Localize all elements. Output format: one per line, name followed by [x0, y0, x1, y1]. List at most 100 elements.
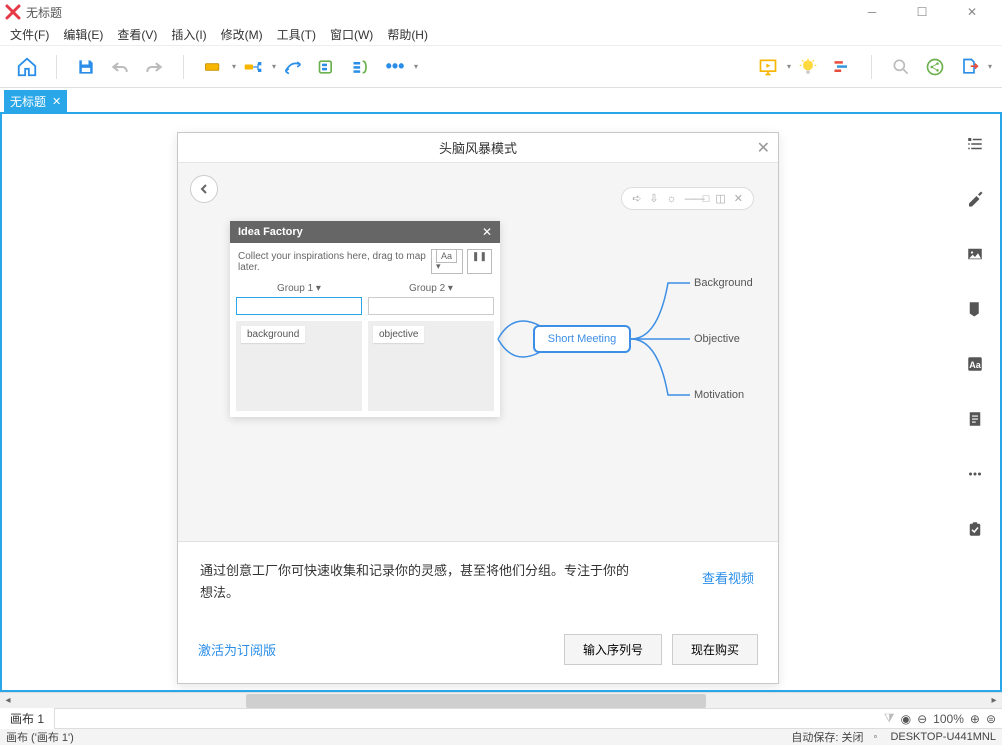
menu-edit[interactable]: 编辑(E) — [56, 24, 110, 45]
task-icon[interactable] — [965, 519, 985, 539]
group1-body[interactable]: background — [236, 321, 362, 411]
close-button[interactable]: ✕ — [957, 5, 987, 19]
notes-icon[interactable] — [965, 409, 985, 429]
dialog-header: 头脑风暴模式 ✕ — [178, 133, 778, 163]
mindmap-node: Objective — [694, 333, 740, 345]
zoom-in-button[interactable]: ⊕ — [970, 712, 980, 726]
menu-view[interactable]: 查看(V) — [110, 24, 164, 45]
mini-line-icon[interactable]: ——□ — [685, 193, 708, 205]
more-icon[interactable]: ••• — [382, 54, 408, 80]
subtopic-drop[interactable]: ▾ — [272, 62, 276, 71]
app-icon — [5, 4, 21, 20]
summary-icon[interactable] — [348, 54, 374, 80]
idea-factory-panel: Idea Factory ✕ Collect your inspirations… — [230, 221, 500, 417]
group1-label[interactable]: Group 1 ▾ — [236, 280, 362, 297]
dialog-close-icon[interactable]: ✕ — [757, 138, 770, 158]
menu-help[interactable]: 帮助(H) — [380, 24, 435, 45]
group2-label[interactable]: Group 2 ▾ — [368, 280, 494, 297]
menu-insert[interactable]: 插入(I) — [164, 24, 213, 45]
mini-box-icon[interactable]: ◫ — [715, 192, 725, 205]
doc-tab[interactable]: 无标题 ✕ — [4, 90, 67, 112]
mini-arrow-down-icon[interactable]: ⇩ — [649, 192, 658, 205]
mindmap-node: Motivation — [694, 389, 744, 401]
group1-input[interactable] — [236, 297, 362, 315]
horizontal-scrollbar[interactable]: ◂ ▸ — [0, 692, 1002, 708]
more-drop[interactable]: ▾ — [414, 62, 418, 71]
export-drop[interactable]: ▾ — [988, 62, 992, 71]
comments-icon[interactable] — [965, 464, 985, 484]
buy-button[interactable]: 现在购买 — [672, 634, 758, 665]
group2-input[interactable] — [368, 297, 494, 315]
toolbar: ▾ ▾ ••• ▾ ▾ ▾ — [0, 46, 1002, 88]
scroll-right-icon[interactable]: ▸ — [986, 695, 1002, 706]
brainstorm-icon[interactable] — [795, 54, 821, 80]
sheet-tab[interactable]: 画布 1 — [0, 708, 55, 729]
export-icon[interactable] — [956, 54, 982, 80]
separator — [871, 55, 872, 79]
status-autosave: 自动保存: 关闭 — [791, 729, 863, 745]
zoom-fit-button[interactable]: ⊜ — [986, 712, 996, 726]
dialog-title: 头脑风暴模式 — [439, 138, 517, 157]
image-icon[interactable] — [965, 244, 985, 264]
format-icon[interactable] — [965, 189, 985, 209]
share-icon[interactable] — [922, 54, 948, 80]
serial-button[interactable]: 输入序列号 — [564, 634, 662, 665]
minimize-button[interactable]: ─ — [857, 5, 887, 19]
activate-link[interactable]: 激活为订阅版 — [198, 640, 276, 659]
menu-window[interactable]: 窗口(W) — [323, 24, 380, 45]
canvas[interactable]: 头脑风暴模式 ✕ ➪ ⇩ ☼ ——□ ◫ ✕ Idea — [2, 114, 950, 690]
status-host: ◦ DESKTOP-U441MNL — [873, 731, 996, 743]
window-title: 无标题 — [26, 4, 857, 21]
pause-button[interactable]: ❚❚ — [467, 249, 492, 274]
idea-factory-close-icon[interactable]: ✕ — [482, 225, 492, 239]
group2-body[interactable]: objective — [368, 321, 494, 411]
topic-icon[interactable] — [200, 54, 226, 80]
gantt-icon[interactable] — [829, 54, 855, 80]
titlebar: 无标题 ─ ☐ ✕ — [0, 0, 1002, 24]
font-icon[interactable]: Aa — [965, 354, 985, 374]
eye-icon[interactable]: ◉ — [901, 712, 911, 726]
save-icon[interactable] — [73, 54, 99, 80]
mini-toolbar: ➪ ⇩ ☼ ——□ ◫ ✕ — [621, 187, 754, 210]
mindmap-center: Short Meeting — [533, 325, 631, 353]
mindmap-node: Background — [694, 277, 753, 289]
back-button[interactable] — [190, 175, 218, 203]
marker-icon[interactable] — [965, 299, 985, 319]
subtopic-icon[interactable] — [240, 54, 266, 80]
mini-arrow-right-icon[interactable]: ➪ — [632, 192, 641, 205]
mini-close-icon[interactable]: ✕ — [734, 192, 743, 205]
menu-modify[interactable]: 修改(M) — [214, 24, 270, 45]
sheetbar: 画布 1 ⧩ ◉ ⊖ 100% ⊕ ⊜ — [0, 708, 1002, 728]
boundary-icon[interactable] — [314, 54, 340, 80]
presentation-drop[interactable]: ▾ — [787, 62, 791, 71]
zoom-out-button[interactable]: ⊖ — [917, 712, 927, 726]
outline-icon[interactable] — [965, 134, 985, 154]
scroll-left-icon[interactable]: ◂ — [0, 695, 16, 706]
separator — [183, 55, 184, 79]
search-icon[interactable] — [888, 54, 914, 80]
right-panel: Aa — [950, 114, 1000, 690]
font-size-button[interactable]: Aa ▾ — [431, 249, 463, 274]
maximize-button[interactable]: ☐ — [907, 5, 937, 19]
presentation-icon[interactable] — [755, 54, 781, 80]
zoom-value[interactable]: 100% — [933, 712, 964, 726]
workspace: 头脑风暴模式 ✕ ➪ ⇩ ☼ ——□ ◫ ✕ Idea — [0, 112, 1002, 692]
home-icon[interactable] — [14, 54, 40, 80]
chip[interactable]: objective — [373, 326, 424, 343]
undo-icon[interactable] — [107, 54, 133, 80]
menu-file[interactable]: 文件(F) — [3, 24, 56, 45]
mini-sun-icon[interactable]: ☼ — [667, 193, 677, 205]
chip[interactable]: background — [241, 326, 305, 343]
relationship-icon[interactable] — [280, 54, 306, 80]
scroll-thumb[interactable] — [246, 694, 706, 708]
dialog-description: 通过创意工厂你可快速收集和记录你的灵感，甚至将他们分组。专注于你的想法。 查看视… — [178, 541, 778, 622]
dialog-body: ➪ ⇩ ☼ ——□ ◫ ✕ Idea Factory ✕ Collect you… — [178, 163, 778, 541]
watch-video-link[interactable]: 查看视频 — [702, 568, 754, 590]
topic-drop[interactable]: ▾ — [232, 62, 236, 71]
menu-tools[interactable]: 工具(T) — [270, 24, 323, 45]
idea-factory-title: Idea Factory — [238, 226, 303, 238]
tabstrip: 无标题 ✕ — [0, 88, 1002, 112]
doc-tab-close-icon[interactable]: ✕ — [52, 95, 61, 108]
redo-icon[interactable] — [141, 54, 167, 80]
filter-icon[interactable]: ⧩ — [884, 711, 895, 726]
